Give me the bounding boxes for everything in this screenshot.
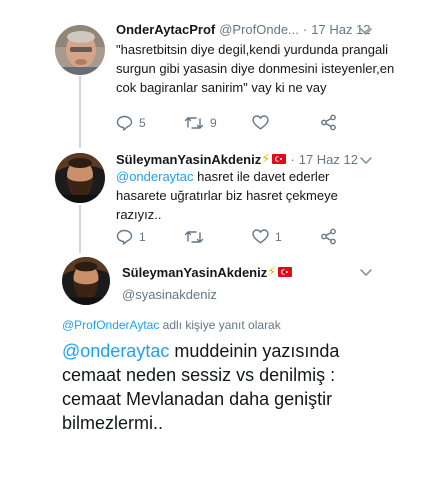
tweet-actions: 5 9 [116,114,337,131]
reply-count: 5 [139,115,146,130]
reply-button[interactable]: 5 [116,115,184,131]
retweet-count: 9 [210,115,217,130]
share-button[interactable] [320,228,337,245]
like-icon [252,115,269,130]
like-button[interactable]: 1 [252,229,320,244]
mention-link[interactable]: @onderaytac [116,169,194,184]
retweet-button[interactable]: 9 [184,116,252,130]
reply-button[interactable]: 1 [116,229,184,245]
avatar[interactable] [62,257,110,305]
reply-context: @ProfOnderAytac adlı kişiye yanıt olarak [62,318,281,332]
tweet-timestamp[interactable]: 17 Haz 12 [299,152,358,167]
reply-to-mention[interactable]: @ProfOnderAytac [62,318,159,332]
separator-dot: · [290,151,295,167]
retweet-button[interactable] [184,230,252,244]
share-button[interactable] [320,114,337,131]
author-handle[interactable]: @ProfOnde... [219,22,299,37]
retweet-icon [184,230,204,243]
lightning-emoji: ⚡ [267,264,277,279]
main-tweet-header: SüleymanYasinAkdeniz ⚡ [122,264,293,280]
like-count: 1 [275,229,282,244]
like-icon [252,229,269,244]
chevron-down-icon[interactable] [359,268,373,278]
tweet-text: "hasretbitsin diye degil,kendi yurdunda … [116,42,395,95]
avatar[interactable] [55,153,105,203]
chevron-down-icon[interactable] [359,27,373,37]
author-handle[interactable]: @syasinakdeniz [122,287,217,302]
share-icon [321,228,336,245]
reply-to-label: adlı kişiye yanıt olarak [159,318,281,332]
tweet-actions: 1 1 [116,228,337,245]
main-tweet-handle-row: @syasinakdeniz [122,287,217,302]
reply-icon [116,115,133,131]
turkey-flag-icon [272,154,287,164]
share-icon [321,114,336,131]
lightning-emoji: ⚡ [261,151,271,166]
main-tweet-text: @onderaytac muddeinin yazısında cemaat n… [62,339,382,435]
author-name[interactable]: SüleymanYasinAkdeniz [122,265,267,280]
like-button[interactable] [252,115,320,130]
tweet-header: OnderAytacProf @ProfOnde... · 17 Haz 12 [116,22,371,37]
avatar[interactable] [55,25,105,75]
author-name[interactable]: OnderAytacProf [116,22,215,37]
turkey-flag-icon [278,267,293,277]
mention-link[interactable]: @onderaytac [62,341,169,361]
chevron-down-icon[interactable] [359,156,373,166]
retweet-icon [184,116,204,129]
reply-count: 1 [139,229,146,244]
tweet-text: @onderaytac hasret ile davet ederler has… [116,167,366,224]
reply-icon [116,229,133,245]
tweet-header: SüleymanYasinAkdeniz ⚡ · 17 Haz 12 [116,151,358,167]
thread-line [79,205,81,253]
thread-line [79,76,81,148]
separator-dot: · [302,22,308,37]
author-name[interactable]: SüleymanYasinAkdeniz [116,152,261,167]
